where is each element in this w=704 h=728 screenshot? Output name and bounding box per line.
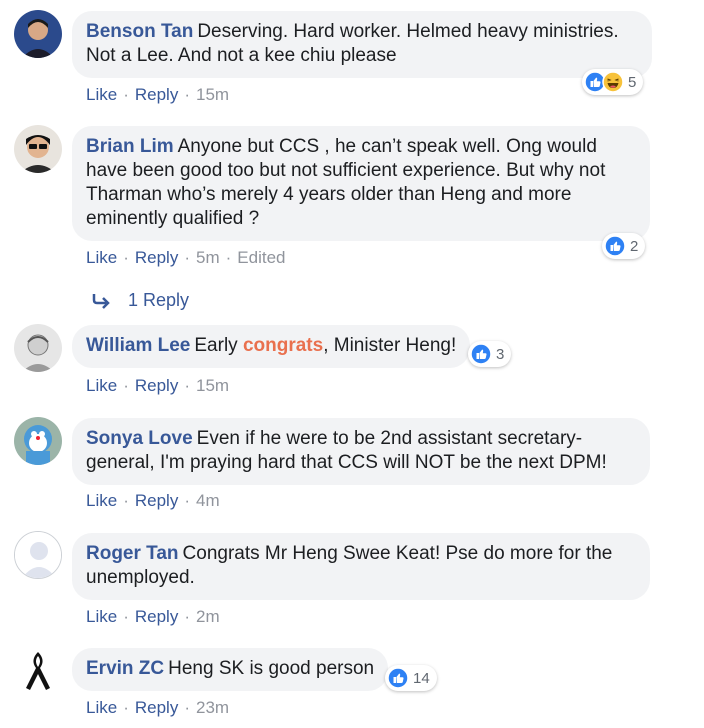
- comment-bubble: William Lee Early congrats, Minister Heng…: [72, 325, 471, 368]
- replies-count[interactable]: 1 Reply: [128, 290, 189, 311]
- comment-actions: Like · Reply · 15m: [86, 85, 230, 104]
- comment-actions: Like · Reply · 15m: [86, 376, 230, 395]
- avatar[interactable]: [14, 417, 62, 465]
- reaction-summary[interactable]: 2: [602, 233, 646, 259]
- comment-bubble: Brian Lim Anyone but CCS , he can’t speak…: [72, 126, 650, 241]
- like-link[interactable]: Like: [86, 376, 117, 395]
- comment-timestamp[interactable]: 15m: [196, 85, 229, 104]
- comment-author[interactable]: Benson Tan: [86, 21, 193, 42]
- comment-timestamp[interactable]: 23m: [196, 698, 229, 717]
- haha-icon: [602, 71, 624, 93]
- reaction-count: 5: [628, 73, 637, 91]
- comment-author[interactable]: Brian Lim: [86, 136, 174, 157]
- reaction-count: 2: [630, 237, 639, 255]
- comment-actions: Like · Reply · 23m: [86, 698, 230, 717]
- reaction-count: 3: [496, 345, 505, 363]
- comment-timestamp[interactable]: 2m: [196, 607, 220, 626]
- comment-timestamp[interactable]: 15m: [196, 376, 229, 395]
- like-link[interactable]: Like: [86, 698, 117, 717]
- reply-link[interactable]: Reply: [135, 376, 178, 395]
- comment-author[interactable]: William Lee: [86, 335, 190, 356]
- thumbs-up-icon: [387, 667, 409, 689]
- reaction-summary[interactable]: 14: [385, 665, 437, 691]
- like-link[interactable]: Like: [86, 607, 117, 626]
- reply-link[interactable]: Reply: [135, 698, 178, 717]
- comment-bubble: Benson Tan Deserving. Hard worker. Helmed…: [72, 11, 652, 78]
- thumbs-up-icon: [604, 235, 626, 257]
- comment-timestamp[interactable]: 5m: [196, 248, 220, 267]
- comment-timestamp[interactable]: 4m: [196, 491, 220, 510]
- reply-link[interactable]: Reply: [135, 248, 178, 267]
- comment-text: Heng SK is good person: [168, 658, 375, 679]
- comment-author[interactable]: Ervin ZC: [86, 658, 164, 679]
- view-replies-link[interactable]: 1 Reply: [92, 290, 189, 311]
- reaction-count: 14: [413, 669, 430, 687]
- comment-text: Early: [194, 335, 243, 356]
- avatar[interactable]: [14, 531, 62, 579]
- reply-link[interactable]: Reply: [135, 85, 178, 104]
- comment-actions: Like · Reply · 4m: [86, 491, 220, 510]
- comment-highlight[interactable]: congrats: [243, 335, 323, 356]
- reaction-summary[interactable]: 3: [468, 341, 512, 367]
- avatar[interactable]: [14, 10, 62, 58]
- avatar[interactable]: [14, 324, 62, 372]
- edited-label[interactable]: Edited: [237, 248, 285, 267]
- thumbs-up-icon: [470, 343, 492, 365]
- reply-link[interactable]: Reply: [135, 491, 178, 510]
- comment-author[interactable]: Sonya Love: [86, 428, 193, 449]
- comment-bubble: Sonya Love Even if he were to be 2nd assi…: [72, 418, 650, 485]
- comment-text: , Minister Heng!: [323, 335, 457, 356]
- avatar[interactable]: [14, 646, 62, 694]
- comment-bubble: Ervin ZC Heng SK is good person: [72, 648, 389, 691]
- comment-actions: Like · Reply · 2m: [86, 607, 220, 626]
- like-link[interactable]: Like: [86, 248, 117, 267]
- comment-actions: Like · Reply · 5m · Edited: [86, 248, 286, 267]
- reply-link[interactable]: Reply: [135, 607, 178, 626]
- reaction-summary[interactable]: 5: [582, 69, 644, 95]
- comment-author[interactable]: Roger Tan: [86, 543, 179, 564]
- like-link[interactable]: Like: [86, 85, 117, 104]
- comment-bubble: Roger Tan Congrats Mr Heng Swee Keat! Pse…: [72, 533, 650, 600]
- avatar[interactable]: [14, 125, 62, 173]
- reply-arrow-icon: [92, 293, 110, 309]
- like-link[interactable]: Like: [86, 491, 117, 510]
